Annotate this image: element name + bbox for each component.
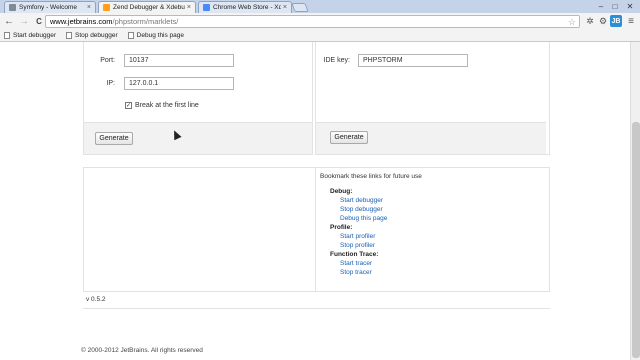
url-domain: www.jetbrains.com — [50, 17, 113, 26]
port-label: Port: — [100, 57, 115, 64]
minimize-button[interactable]: – — [594, 0, 608, 12]
tab-zend-debugger[interactable]: Zend Debugger & Xdebug × — [98, 1, 196, 13]
vertical-scrollbar[interactable] — [630, 42, 640, 360]
scrollbar-thumb[interactable] — [632, 122, 640, 358]
copyright-footer: © 2000-2012 JetBrains. All rights reserv… — [81, 347, 203, 354]
page-icon — [4, 32, 10, 39]
jetbrains-favicon-icon — [103, 4, 110, 11]
debug-group-title: Debug: — [330, 188, 353, 195]
generate-button-right[interactable]: Generate — [330, 131, 368, 144]
stop-debugger-link[interactable]: Stop debugger — [340, 206, 383, 213]
ip-label: IP: — [106, 80, 115, 87]
start-tracer-link[interactable]: Start tracer — [340, 260, 372, 267]
version-text: v 0.5.2 — [86, 296, 106, 303]
tab-label: Chrome Web Store - Xdeb — [213, 4, 281, 11]
start-profiler-link[interactable]: Start profiler — [340, 233, 375, 240]
bookmarks-bar: Start debugger Stop debugger Debug this … — [0, 30, 640, 42]
bookmark-stop-debugger[interactable]: Stop debugger — [66, 32, 118, 39]
bookmark-label: Stop debugger — [75, 32, 118, 39]
tab-label: Zend Debugger & Xdebug — [113, 4, 185, 11]
bookmarks-links-panel — [83, 167, 550, 292]
chrome-store-favicon-icon — [203, 4, 210, 11]
version-divider — [83, 308, 550, 309]
bookmark-intro-text: Bookmark these links for future use — [320, 173, 422, 180]
maximize-button[interactable]: □ — [608, 0, 622, 12]
stop-profiler-link[interactable]: Stop profiler — [340, 242, 375, 249]
address-bar[interactable]: www.jetbrains.com/phpstorm/marklets/ ☆ — [45, 15, 580, 28]
extension-puzzle-icon[interactable]: ⚙ — [597, 15, 609, 27]
function-trace-group-title: Function Trace: — [330, 251, 379, 258]
reload-button[interactable]: C — [33, 16, 45, 28]
browser-toolbar: ← → C www.jetbrains.com/phpstorm/marklet… — [0, 13, 640, 30]
ide-key-input[interactable] — [358, 54, 468, 67]
close-tab-icon[interactable]: × — [87, 4, 91, 11]
ide-key-label: IDE key: — [323, 57, 350, 64]
generate-button-left[interactable]: Generate — [95, 132, 133, 145]
extension-settings-icon[interactable]: ✲ — [584, 15, 596, 27]
profile-group-title: Profile: — [330, 224, 353, 231]
page-content: Port: IP: ✓ Break at the first line Gene… — [0, 42, 630, 360]
symfony-favicon-icon — [9, 4, 16, 11]
tab-label: Symfony - Welcome — [19, 4, 78, 11]
bookmark-label: Start debugger — [13, 32, 57, 39]
bookmark-debug-this-page[interactable]: Debug this page — [127, 32, 185, 39]
close-tab-icon[interactable]: × — [187, 4, 191, 11]
bookmark-start-debugger[interactable]: Start debugger — [4, 32, 56, 39]
bookmark-label: Debug this page — [136, 32, 185, 39]
close-tab-icon[interactable]: × — [283, 4, 287, 11]
stop-tracer-link[interactable]: Stop tracer — [340, 269, 372, 276]
page-icon — [66, 32, 73, 39]
forward-button[interactable]: → — [18, 16, 30, 28]
tab-chrome-web-store[interactable]: Chrome Web Store - Xdeb × — [198, 1, 292, 13]
wrench-menu-icon[interactable]: ≡ — [625, 15, 637, 27]
ip-input[interactable] — [124, 77, 234, 90]
break-first-line-label: Break at the first line — [135, 102, 199, 109]
panel-divider — [315, 168, 316, 291]
close-window-button[interactable]: ✕ — [623, 0, 637, 12]
back-button[interactable]: ← — [3, 16, 15, 28]
jetbrains-extension-icon[interactable]: JB — [610, 15, 622, 27]
tab-strip: Symfony - Welcome × Zend Debugger & Xdeb… — [0, 0, 640, 13]
debug-this-page-link[interactable]: Debug this page — [340, 215, 387, 222]
bookmark-star-icon[interactable]: ☆ — [568, 17, 576, 28]
new-tab-button[interactable] — [291, 3, 309, 12]
start-debugger-link[interactable]: Start debugger — [340, 197, 383, 204]
port-input[interactable] — [124, 54, 234, 67]
tab-symfony[interactable]: Symfony - Welcome × — [4, 1, 96, 13]
url-path: /phpstorm/marklets/ — [112, 17, 179, 26]
page-icon — [127, 32, 134, 39]
break-first-line-checkbox[interactable]: ✓ — [125, 102, 132, 109]
